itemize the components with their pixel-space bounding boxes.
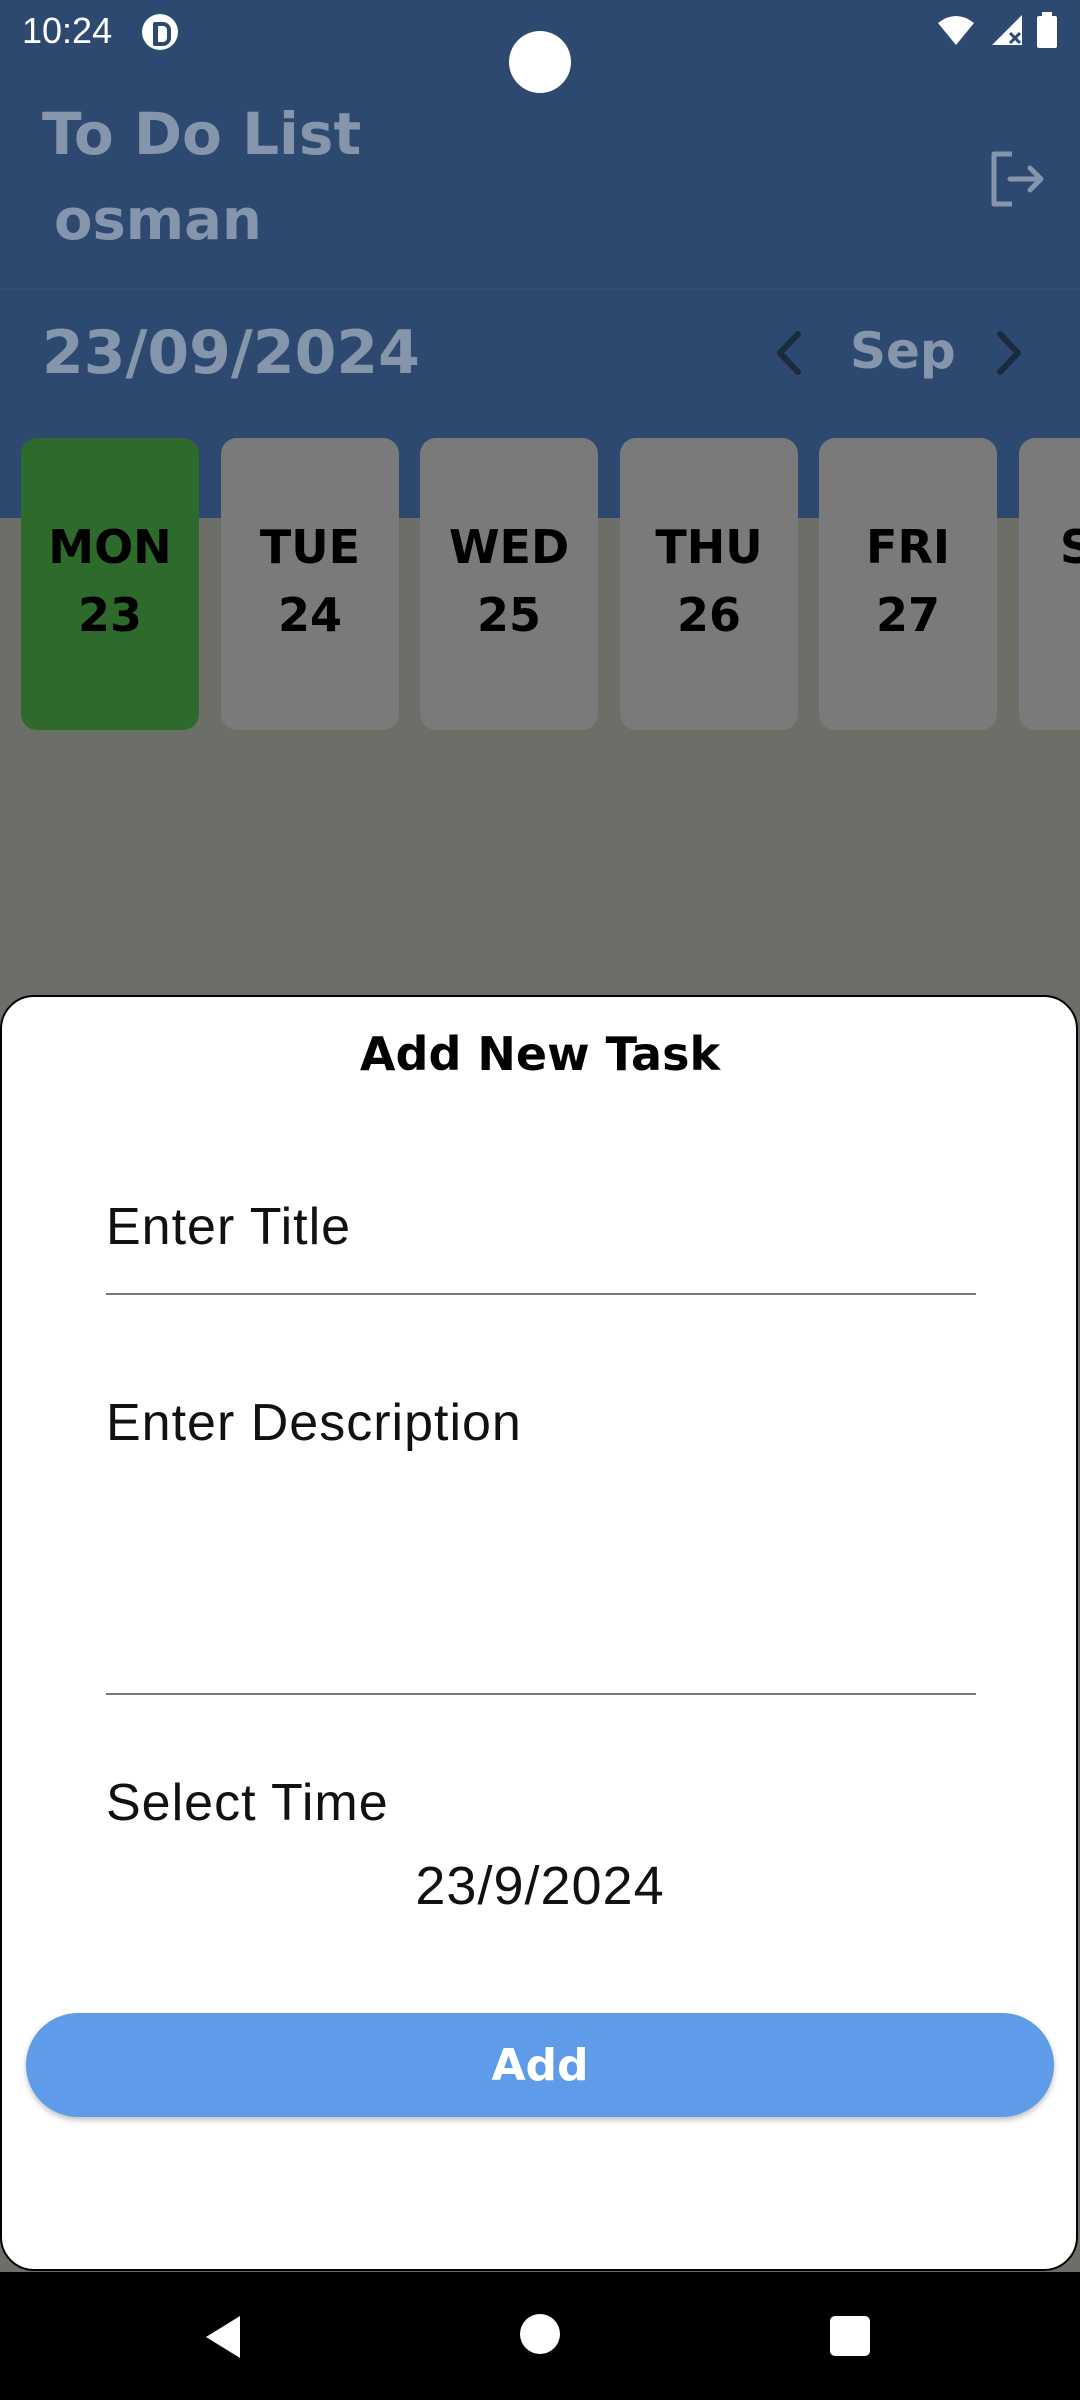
- signal-icon: [992, 15, 1022, 45]
- header-divider: [0, 288, 1080, 290]
- day-card-mon[interactable]: MON 23: [21, 438, 199, 730]
- time-picker[interactable]: 23/9/2024: [2, 1855, 1078, 1917]
- day-card-sat[interactable]: S: [1019, 438, 1080, 730]
- day-name: THU: [655, 520, 763, 574]
- title-input-underline: [106, 1293, 976, 1295]
- status-time: 10:24: [22, 10, 113, 51]
- app-notification-icon: [142, 14, 178, 50]
- day-number: 24: [277, 588, 342, 642]
- chevron-right-icon: [997, 331, 1021, 375]
- title-input[interactable]: Enter Title: [106, 1197, 351, 1257]
- sheet-title: Add New Task: [359, 1027, 721, 1081]
- add-task-sheet: Add New Task Enter Title Enter Descripti…: [0, 995, 1078, 2271]
- day-number: 26: [676, 588, 741, 642]
- home-icon[interactable]: [520, 2314, 560, 2354]
- back-icon[interactable]: [200, 2312, 250, 2362]
- recents-icon[interactable]: [830, 2316, 870, 2356]
- description-input-underline: [106, 1693, 976, 1695]
- day-card-tue[interactable]: TUE 24: [221, 438, 399, 730]
- system-nav-bar: [0, 2272, 1080, 2400]
- day-name: S: [1060, 520, 1080, 574]
- day-card-thu[interactable]: THU 26: [620, 438, 798, 730]
- wifi-icon: [938, 16, 974, 45]
- day-name: TUE: [259, 520, 361, 574]
- day-strip: MON 23 TUE 24 WED 25 THU 26 FRI 27 S: [0, 438, 1080, 730]
- day-name: WED: [448, 520, 570, 574]
- description-input[interactable]: Enter Description: [106, 1393, 522, 1453]
- day-number: 23: [77, 588, 142, 642]
- camera-cutout: [509, 31, 571, 93]
- user-name: osman: [54, 188, 262, 253]
- month-navigator: Sep: [760, 318, 1050, 388]
- month-label: Sep: [850, 322, 956, 380]
- day-number: 27: [875, 588, 940, 642]
- next-month-button[interactable]: [978, 318, 1038, 388]
- day-name: MON: [48, 520, 172, 574]
- day-card-wed[interactable]: WED 25: [420, 438, 598, 730]
- previous-month-button[interactable]: [760, 318, 820, 388]
- day-number: 25: [476, 588, 541, 642]
- day-name: FRI: [866, 520, 950, 574]
- day-card-fri[interactable]: FRI 27: [819, 438, 997, 730]
- select-time-label: Select Time: [106, 1774, 389, 1832]
- status-icons: [936, 12, 1058, 48]
- app-title: To Do List: [42, 100, 362, 168]
- chevron-left-icon: [777, 331, 801, 375]
- logout-button[interactable]: [986, 148, 1048, 210]
- battery-icon: [1037, 12, 1057, 48]
- add-task-button[interactable]: Add: [26, 2013, 1054, 2117]
- current-date: 23/09/2024: [42, 318, 420, 388]
- logout-icon: [991, 151, 1044, 207]
